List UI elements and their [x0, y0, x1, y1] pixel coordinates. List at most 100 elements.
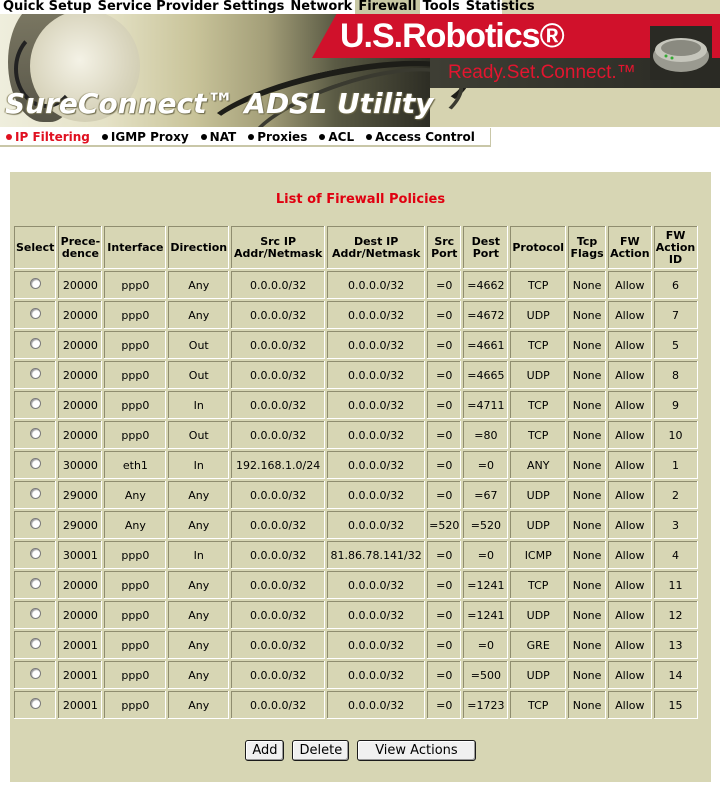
- cell-fw-action: Allow: [608, 421, 652, 449]
- subnav-proxies[interactable]: Proxies: [248, 130, 307, 144]
- cell-select: [14, 691, 57, 719]
- cell-precedence: 29000: [58, 511, 103, 539]
- cell-select: [14, 661, 57, 689]
- cell-direction: Out: [168, 361, 230, 389]
- delete-button[interactable]: Delete: [292, 740, 350, 761]
- cell-src-ip: 0.0.0.0/32: [231, 511, 326, 539]
- select-radio[interactable]: [29, 638, 41, 649]
- cell-dest-port: =4661: [463, 331, 509, 359]
- cell-src-ip: 192.168.1.0/24: [231, 451, 326, 479]
- cell-tcp-flags: None: [568, 421, 607, 449]
- cell-select: [14, 301, 57, 329]
- cell-fw-action: Allow: [608, 391, 652, 419]
- select-radio[interactable]: [29, 668, 41, 679]
- cell-tcp-flags: None: [568, 541, 607, 569]
- subnav-nat[interactable]: NAT: [200, 130, 236, 144]
- view-actions-button[interactable]: View Actions: [357, 740, 476, 761]
- menu-firewall[interactable]: Firewall: [355, 0, 420, 14]
- cell-protocol: TCP: [510, 571, 567, 599]
- cell-fw-action-id: 14: [653, 661, 698, 689]
- cell-fw-action-id: 10: [653, 421, 698, 449]
- select-radio[interactable]: [29, 698, 41, 709]
- select-radio[interactable]: [29, 578, 41, 589]
- cell-tcp-flags: None: [568, 271, 607, 299]
- cell-fw-action: Allow: [608, 331, 652, 359]
- menu-service-provider-settings[interactable]: Service Provider Settings: [95, 0, 288, 14]
- cell-direction: Any: [168, 601, 230, 629]
- subnav-label: IP Filtering: [15, 129, 90, 144]
- cell-src-port: =0: [427, 631, 462, 659]
- cell-dest-port: =4662: [463, 271, 509, 299]
- cell-protocol: UDP: [510, 601, 567, 629]
- cell-dest-port: =4665: [463, 361, 509, 389]
- cell-fw-action: Allow: [608, 301, 652, 329]
- select-radio[interactable]: [29, 368, 41, 379]
- menu-statistics[interactable]: Statistics: [463, 0, 538, 14]
- menu-network[interactable]: Network: [287, 0, 355, 14]
- cell-src-ip: 0.0.0.0/32: [231, 271, 326, 299]
- select-radio[interactable]: [29, 308, 41, 319]
- cell-select: [14, 361, 57, 389]
- cell-dest-port: =4711: [463, 391, 509, 419]
- cell-select: [14, 541, 57, 569]
- cell-tcp-flags: None: [568, 511, 607, 539]
- cell-precedence: 20001: [58, 631, 103, 659]
- subnav-igmp-proxy[interactable]: IGMP Proxy: [101, 129, 189, 144]
- col-interface: Interface: [104, 226, 167, 269]
- top-menu: Quick Setup Service Provider Settings Ne…: [0, 0, 535, 14]
- table-row: 20000 ppp0 Out 0.0.0.0/32 0.0.0.0/32 =0 =4665 U…: [14, 361, 698, 389]
- subnav-acl[interactable]: ACL: [319, 130, 354, 144]
- col-src-ip: Src IP Addr/Netmask: [231, 226, 326, 269]
- cell-direction: Any: [168, 511, 230, 539]
- select-radio[interactable]: [29, 278, 41, 289]
- cell-dest-port: =520: [463, 511, 509, 539]
- menu-quick-setup[interactable]: Quick Setup: [0, 0, 95, 14]
- cell-fw-action-id: 13: [653, 631, 698, 659]
- cell-direction: Any: [168, 481, 230, 509]
- bullet-icon: [248, 133, 255, 140]
- col-tcp-flags: Tcp Flags: [568, 226, 607, 269]
- add-button[interactable]: Add: [245, 740, 285, 761]
- select-radio[interactable]: [29, 488, 41, 499]
- cell-fw-action: Allow: [608, 691, 652, 719]
- cell-src-port: =0: [427, 301, 462, 329]
- cell-dest-ip: 0.0.0.0/32: [327, 301, 426, 329]
- menu-tools[interactable]: Tools: [420, 0, 463, 14]
- cell-fw-action: Allow: [608, 481, 652, 509]
- col-select: Select: [14, 226, 57, 269]
- header-label: Direction: [170, 240, 228, 254]
- cell-fw-action-id: 7: [653, 301, 698, 329]
- subnav-access-control[interactable]: Access Control: [366, 130, 475, 144]
- bullet-icon: [366, 133, 373, 140]
- select-radio[interactable]: [29, 518, 41, 529]
- select-radio[interactable]: [29, 458, 41, 469]
- cell-fw-action: Allow: [608, 361, 652, 389]
- cell-dest-ip: 0.0.0.0/32: [327, 631, 426, 659]
- select-radio[interactable]: [29, 338, 41, 349]
- subnav-label: IGMP Proxy: [110, 129, 189, 144]
- table-row: 20000 ppp0 Out 0.0.0.0/32 0.0.0.0/32 =0 =4661 T…: [14, 331, 698, 359]
- cell-protocol: TCP: [510, 421, 567, 449]
- table-row: 20001 ppp0 Any 0.0.0.0/32 0.0.0.0/32 =0 =1723 T…: [14, 691, 698, 719]
- cell-tcp-flags: None: [568, 391, 607, 419]
- brand-tagline: Ready.Set.Connect.™: [448, 62, 636, 83]
- select-radio[interactable]: [29, 548, 41, 559]
- subnav-ip-filtering[interactable]: IP Filtering: [6, 130, 90, 144]
- table-row: 20001 ppp0 Any 0.0.0.0/32 0.0.0.0/32 =0 =500 UD…: [14, 661, 698, 689]
- cell-precedence: 20000: [58, 331, 103, 359]
- cell-select: [14, 511, 57, 539]
- cell-select: [14, 331, 57, 359]
- cell-fw-action-id: 12: [653, 601, 698, 629]
- cell-dest-ip: 0.0.0.0/32: [327, 661, 426, 689]
- cell-dest-port: =4672: [463, 301, 509, 329]
- cell-direction: In: [168, 391, 230, 419]
- table-row: 30000 eth1 In 192.168.1.0/24 0.0.0.0/32 =0 =0 A…: [14, 451, 698, 479]
- cell-src-ip: 0.0.0.0/32: [231, 601, 326, 629]
- cell-interface: ppp0: [104, 331, 167, 359]
- cell-protocol: UDP: [510, 301, 567, 329]
- cell-dest-ip: 0.0.0.0/32: [327, 481, 426, 509]
- header-label: Addr/Netmask: [233, 246, 323, 260]
- select-radio[interactable]: [29, 398, 41, 409]
- select-radio[interactable]: [29, 608, 41, 619]
- select-radio[interactable]: [29, 428, 41, 439]
